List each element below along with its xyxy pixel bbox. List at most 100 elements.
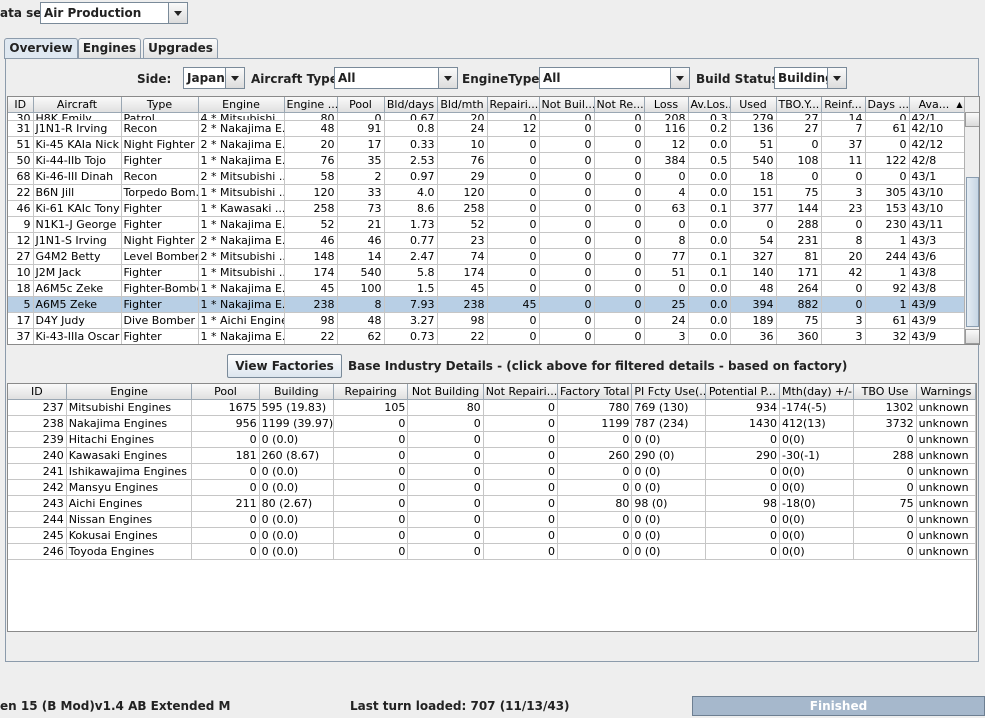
tab-upgrades[interactable]: Upgrades xyxy=(143,38,218,58)
table-cell: 5.8 xyxy=(384,264,438,281)
column-header[interactable]: Not Building xyxy=(407,384,484,400)
column-header[interactable]: Engine xyxy=(198,97,285,113)
table-row[interactable]: 51 Ki-45 KAIa Nick Night Fighter 2 * Nakaji… xyxy=(8,136,966,153)
column-header[interactable]: Not Repairi... xyxy=(483,384,559,400)
column-header[interactable]: Warnings xyxy=(916,384,976,400)
chevron-down-icon[interactable] xyxy=(670,68,689,88)
aircraft-table-scrollbar[interactable] xyxy=(964,97,979,344)
column-header[interactable]: Potential P... xyxy=(705,384,781,400)
table-cell: Nissan Engines xyxy=(66,511,193,528)
build-status-select[interactable]: Building xyxy=(774,67,847,89)
chevron-down-icon[interactable] xyxy=(225,68,244,88)
tab-overview[interactable]: Overview xyxy=(4,38,78,59)
scroll-thumb[interactable] xyxy=(966,177,979,327)
table-cell: 0 xyxy=(821,296,866,313)
table-row[interactable]: 9 N1K1-J George Fighter 1 * Nakajima E... 52… xyxy=(8,216,966,233)
column-header[interactable]: ID xyxy=(8,97,34,113)
table-cell: 9 xyxy=(8,216,34,233)
chevron-down-icon[interactable] xyxy=(438,68,457,88)
column-header[interactable]: Days ... xyxy=(865,97,910,113)
scroll-up-icon[interactable] xyxy=(965,112,979,127)
column-header[interactable]: Not Buil... xyxy=(539,97,595,113)
column-header[interactable]: Factory Total xyxy=(557,384,633,400)
column-header[interactable]: Engine ... xyxy=(284,97,338,113)
table-cell: 31 xyxy=(8,120,34,137)
column-header[interactable]: Building xyxy=(259,384,335,400)
table-cell: 288 xyxy=(776,216,822,233)
table-row[interactable]: 246 Toyoda Engines 0 0 (0.0) 0 0 0 0 0 (0) 0 0(0) 0… xyxy=(8,543,976,560)
column-header[interactable]: Bld/mth xyxy=(437,97,488,113)
version-text: en 15 (B Mod)v1.4 AB Extended M xyxy=(0,699,231,713)
table-cell: 3732 xyxy=(853,415,917,432)
table-row[interactable]: 245 Kokusai Engines 0 0 (0.0) 0 0 0 0 0 (0) 0 0(0)… xyxy=(8,527,976,544)
table-cell: 1 xyxy=(865,296,910,313)
column-header[interactable]: Type xyxy=(121,97,199,113)
column-header[interactable]: TBO Use xyxy=(853,384,917,400)
table-cell: Nakajima Engines xyxy=(66,415,193,432)
table-row[interactable]: 46 Ki-61 KAIc Tony Fighter 1 * Kawasaki ...… xyxy=(8,200,966,217)
column-header[interactable]: Pool xyxy=(191,384,260,400)
column-header[interactable]: Repairing xyxy=(333,384,409,400)
dataset-select[interactable]: Air Production xyxy=(40,2,188,24)
table-row[interactable]: 243 Aichi Engines 211 80 (2.67) 0 0 0 80 98 (0) 9… xyxy=(8,495,976,512)
table-row[interactable]: 240 Kawasaki Engines 181 260 (8.67) 0 0 0 260 29… xyxy=(8,447,976,464)
table-cell: 2 * Mitsubishi ... xyxy=(198,168,285,185)
table-cell: 11 xyxy=(821,152,866,169)
table-row[interactable]: 27 G4M2 Betty Level Bomber 2 * Mitsubishi .… xyxy=(8,248,966,265)
table-row[interactable]: 22 B6N Jill Torpedo Bom... 1 * Mitsubishi .… xyxy=(8,184,966,201)
column-header[interactable]: Reinf... xyxy=(821,97,866,113)
aircraft-table[interactable]: ID Aircraft Type Engine Engine ... Pool Bld/da… xyxy=(7,96,980,345)
column-header[interactable]: Av.Los... xyxy=(688,97,731,113)
table-cell: J1N1-R Irving xyxy=(33,120,122,137)
column-header[interactable]: Engine xyxy=(66,384,193,400)
table-row[interactable]: 5 A6M5 Zeke Fighter 1 * Nakajima E... 238 8 7.… xyxy=(8,296,966,313)
chevron-down-icon[interactable] xyxy=(827,68,846,88)
table-row[interactable]: 50 Ki-44-IIb Tojo Fighter 1 * Nakajima E...… xyxy=(8,152,966,169)
side-select[interactable]: Japan xyxy=(183,67,245,89)
column-header[interactable]: PI Fcty Use(... xyxy=(631,384,706,400)
table-row[interactable]: 37 Ki-43-IIIa Oscar Fighter 1 * Nakajima E.… xyxy=(8,328,966,344)
table-cell: 230 xyxy=(865,216,910,233)
column-header[interactable]: Not Re... xyxy=(594,97,645,113)
engine-type-select[interactable]: All xyxy=(539,67,690,89)
column-header[interactable]: Mth(day) +/- xyxy=(779,384,855,400)
engine-table[interactable]: ID Engine Pool Building Repairing Not Buildin… xyxy=(7,383,977,632)
table-cell: 279 xyxy=(730,112,777,121)
column-header[interactable]: ID xyxy=(8,384,67,400)
view-factories-button[interactable]: View Factories xyxy=(227,354,342,378)
table-row[interactable]: 68 Ki-46-III Dinah Recon 2 * Mitsubishi ...… xyxy=(8,168,966,185)
table-row[interactable]: 242 Mansyu Engines 0 0 (0.0) 0 0 0 0 0 (0) 0 0(0) 0… xyxy=(8,479,976,496)
tab-engines[interactable]: Engines xyxy=(78,38,141,58)
build-status-label: Build Status: xyxy=(696,72,784,86)
column-header-label: Potential P... xyxy=(708,385,776,398)
column-header[interactable]: Repairi... xyxy=(487,97,540,113)
table-row[interactable]: 30 H8K Emily Patrol 4 * Mitsubishi ... 80 0 0.… xyxy=(8,112,966,121)
table-row[interactable]: 10 J2M Jack Fighter 1 * Mitsubishi ... 174 54… xyxy=(8,264,966,281)
table-row[interactable]: 244 Nissan Engines 0 0 (0.0) 0 0 0 0 0 (0) 0 0(0) 0… xyxy=(8,511,976,528)
scroll-down-icon[interactable] xyxy=(965,329,979,344)
table-cell: 394 xyxy=(730,296,777,313)
column-header[interactable]: Aircraft xyxy=(33,97,122,113)
table-row[interactable]: 237 Mitsubishi Engines 1675 595 (19.83) 105 8… xyxy=(8,399,976,416)
aircraft-type-select[interactable]: All xyxy=(334,67,458,89)
table-row[interactable]: 239 Hitachi Engines 0 0 (0.0) 0 0 0 0 0 (0) 0 0(0)… xyxy=(8,431,976,448)
column-header[interactable]: TBO.Y... xyxy=(776,97,822,113)
column-header[interactable]: Pool xyxy=(337,97,385,113)
table-cell: 264 xyxy=(776,280,822,297)
table-cell: 0.5 xyxy=(688,152,731,169)
table-row[interactable]: 241 Ishikawajima Engines 0 0 (0.0) 0 0 0 0 0 (0)… xyxy=(8,463,976,480)
table-row[interactable]: 18A6M5c ZekeFighter-Bomber1 * Nakajima E… xyxy=(8,280,966,297)
column-header[interactable]: Bld/days xyxy=(384,97,438,113)
column-header[interactable]: Loss xyxy=(644,97,689,113)
column-header[interactable]: Used xyxy=(730,97,777,113)
table-row[interactable]: 238 Nakajima Engines 956 1199 (39.97) 0 0 0 119… xyxy=(8,415,976,432)
table-row[interactable]: 12 J1N1-S Irving Night Fighter 2 * Nakajima… xyxy=(8,232,966,249)
table-row[interactable]: 17D4Y JudyDive Bomber1 * Aichi Engines98… xyxy=(8,312,966,329)
column-header-label: Engine ... xyxy=(286,98,337,111)
table-row[interactable]: 31 J1N1-R Irving Recon 2 * Nakajima E... 48 9… xyxy=(8,120,966,137)
table-cell: 48 xyxy=(730,280,777,297)
table-cell: 3.27 xyxy=(384,312,438,329)
chevron-down-icon[interactable] xyxy=(168,3,187,23)
column-header[interactable]: Ava... ▲ xyxy=(909,97,966,113)
table-cell: Fighter xyxy=(121,200,199,217)
